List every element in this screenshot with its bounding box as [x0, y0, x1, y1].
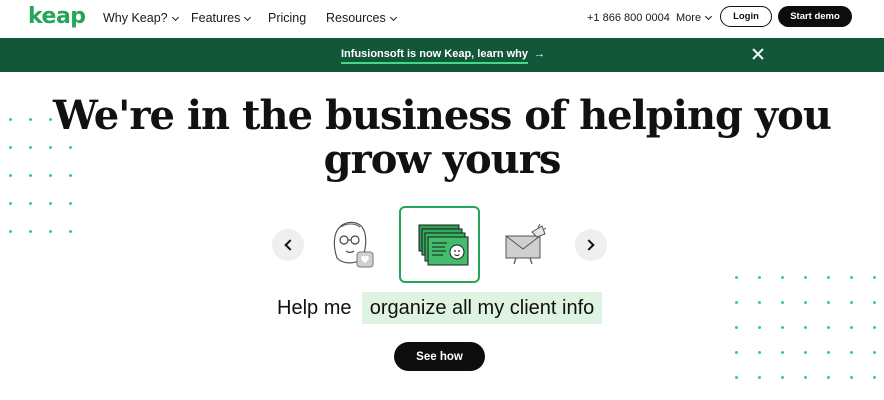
nav-resources[interactable]: Resources — [326, 11, 397, 25]
decorative-dot — [69, 202, 72, 205]
decorative-dot — [804, 301, 807, 304]
decorative-dot — [758, 276, 761, 279]
decorative-dot — [850, 301, 853, 304]
decorative-dot — [804, 276, 807, 279]
start-demo-button[interactable]: Start demo — [778, 6, 852, 27]
hero-headline: We're in the business of helping you gro… — [0, 94, 884, 182]
decorative-dot — [9, 202, 12, 205]
headline-line-1: We're in the business of helping you — [53, 92, 832, 139]
decorative-dot — [850, 326, 853, 329]
mail-illustration[interactable] — [502, 222, 548, 266]
carousel-next-button[interactable] — [575, 229, 607, 261]
top-nav: keap Why Keap? Features Pricing Resource… — [0, 0, 884, 38]
nav-pricing[interactable]: Pricing — [268, 11, 306, 25]
decorative-dots-right — [735, 276, 876, 400]
decorative-dot — [850, 351, 853, 354]
decorative-dot — [9, 230, 12, 233]
nav-features-label: Features — [191, 11, 241, 25]
nav-more[interactable]: More — [676, 12, 713, 24]
client-card-illustration[interactable] — [399, 206, 480, 283]
see-how-button[interactable]: See how — [394, 342, 485, 371]
decorative-dot — [735, 376, 738, 379]
decorative-dot — [804, 326, 807, 329]
decorative-dot — [873, 376, 876, 379]
decorative-dot — [49, 202, 52, 205]
decorative-dot — [781, 301, 784, 304]
decorative-dot — [781, 326, 784, 329]
nav-why-keap-label: Why Keap? — [103, 11, 168, 25]
decorative-dot — [735, 351, 738, 354]
keap-logo[interactable]: keap — [28, 4, 86, 29]
decorative-dot — [781, 276, 784, 279]
nav-pricing-label: Pricing — [268, 11, 307, 25]
chevron-down-icon — [705, 12, 713, 21]
chevron-down-icon — [389, 13, 397, 22]
decorative-dot — [758, 351, 761, 354]
phone-number-link[interactable]: +1 866 800 0004 — [587, 12, 670, 24]
client-card-art — [418, 224, 469, 266]
chevron-left-icon — [284, 239, 296, 251]
decorative-dot — [781, 376, 784, 379]
decorative-dot — [827, 276, 830, 279]
arrow-right-icon: → — [534, 48, 546, 60]
carousel-prev-button[interactable] — [272, 229, 304, 261]
nav-resources-label: Resources — [326, 11, 386, 25]
decorative-dot — [735, 326, 738, 329]
close-icon[interactable] — [750, 46, 766, 62]
decorative-dot — [49, 230, 52, 233]
login-button[interactable]: Login — [720, 6, 772, 27]
headline-line-2: grow yours — [323, 136, 562, 183]
decorative-dot — [758, 376, 761, 379]
decorative-dot — [827, 376, 830, 379]
decorative-dot — [827, 301, 830, 304]
banner-text: Infusionsoft is now Keap, learn why — [341, 48, 529, 64]
mail-illustration-art — [505, 223, 547, 265]
decorative-dot — [804, 351, 807, 354]
help-me-label: Help me — [277, 297, 352, 319]
help-me-selection[interactable]: organize all my client info — [362, 292, 602, 324]
decorative-dot — [873, 301, 876, 304]
chevron-right-icon — [583, 239, 595, 251]
decorative-dot — [827, 326, 830, 329]
decorative-dot — [781, 351, 784, 354]
decorative-dot — [873, 326, 876, 329]
decorative-dot — [735, 301, 738, 304]
decorative-dot — [758, 326, 761, 329]
decorative-dot — [873, 351, 876, 354]
nav-why-keap[interactable]: Why Keap? — [103, 11, 179, 25]
decorative-dot — [850, 276, 853, 279]
decorative-dot — [69, 230, 72, 233]
face-illustration[interactable] — [327, 218, 375, 270]
decorative-dot — [827, 351, 830, 354]
decorative-dot — [29, 230, 32, 233]
decorative-dot — [873, 276, 876, 279]
banner-link[interactable]: Infusionsoft is now Keap, learn why → — [341, 48, 546, 64]
chevron-down-icon — [171, 13, 179, 22]
chevron-down-icon — [244, 13, 252, 22]
nav-features[interactable]: Features — [191, 11, 252, 25]
decorative-dot — [850, 376, 853, 379]
face-illustration-art — [333, 221, 374, 268]
decorative-dot — [758, 301, 761, 304]
decorative-dot — [735, 276, 738, 279]
nav-more-label: More — [676, 12, 702, 24]
announcement-banner: Infusionsoft is now Keap, learn why → — [0, 38, 884, 72]
decorative-dot — [804, 376, 807, 379]
decorative-dot — [29, 202, 32, 205]
